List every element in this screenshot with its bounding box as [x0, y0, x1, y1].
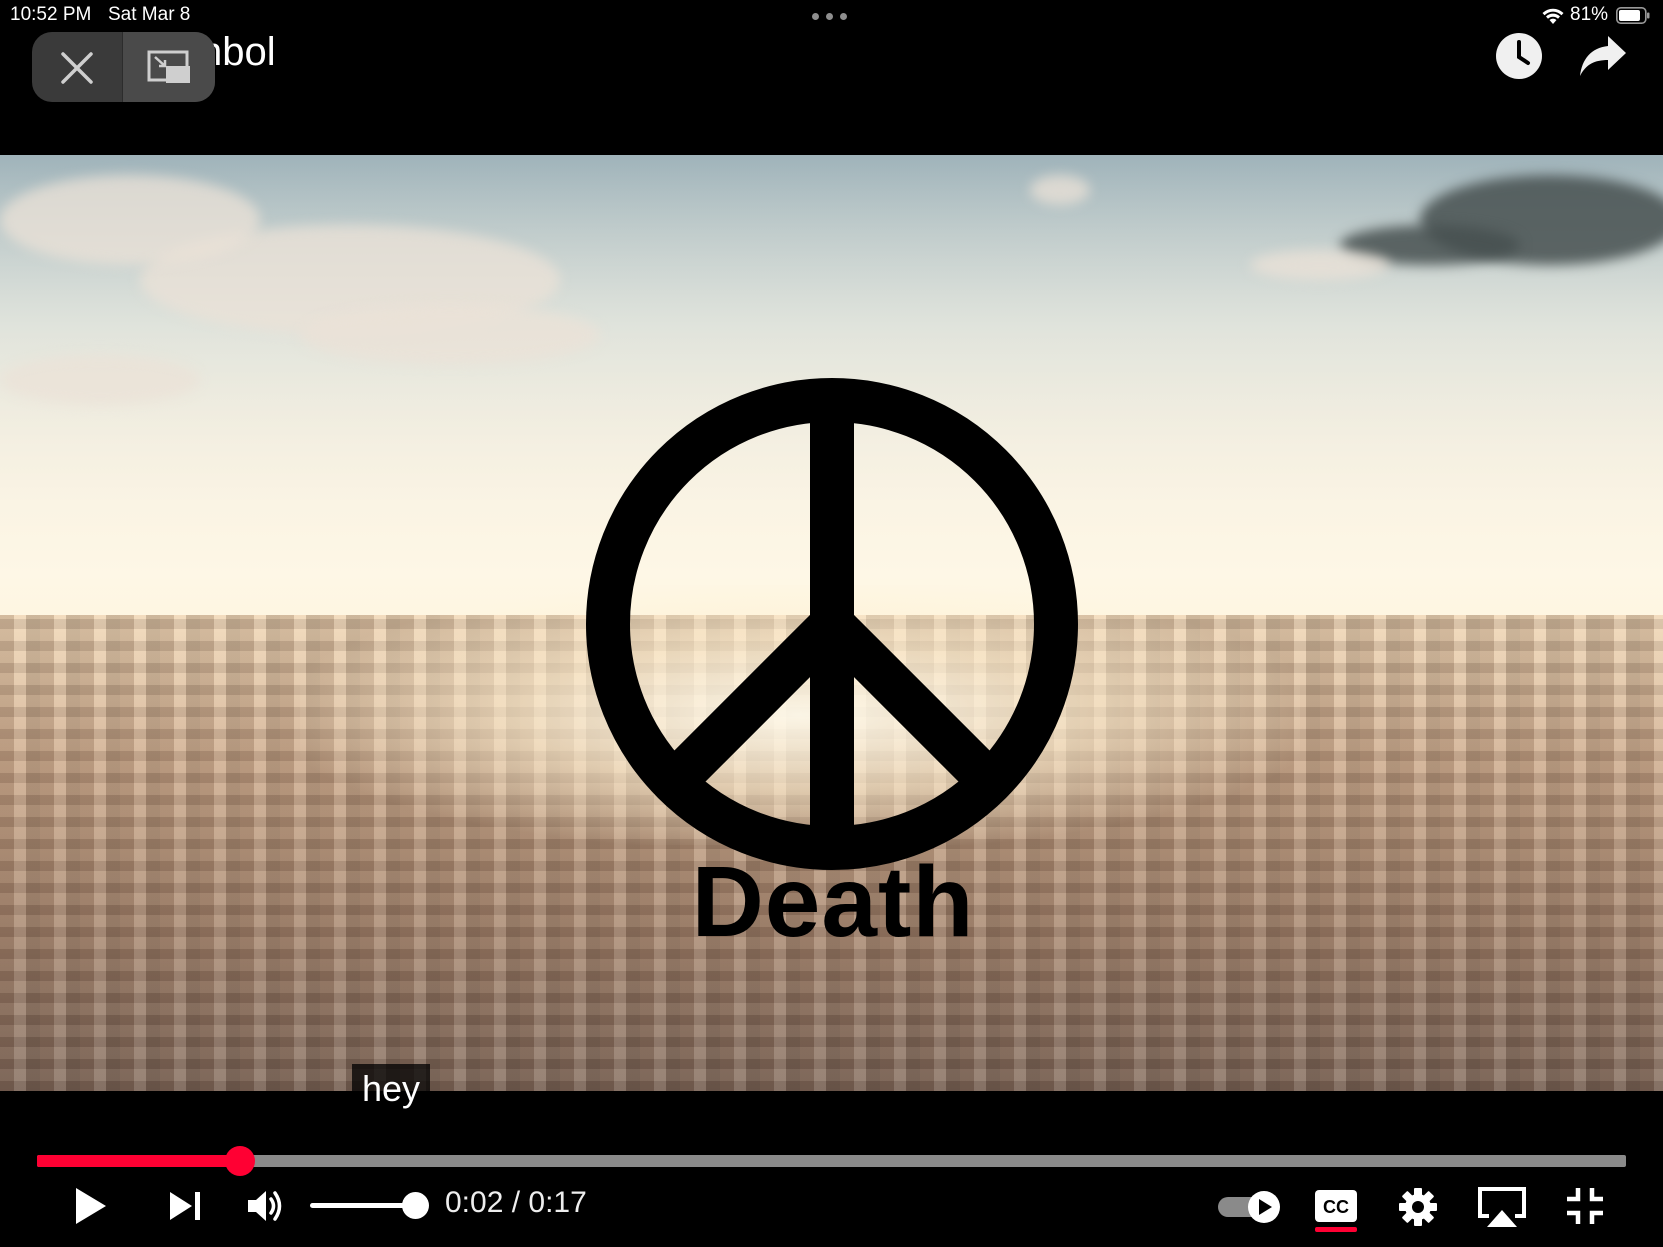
pip-close-button[interactable]	[32, 32, 122, 102]
cloud	[300, 305, 600, 365]
multitasking-dots-icon[interactable]	[812, 13, 848, 21]
pip-controls	[32, 32, 215, 102]
status-time: 10:52 PM	[10, 4, 92, 25]
progress-played	[37, 1155, 241, 1167]
clock-icon[interactable]	[1495, 32, 1543, 80]
cloud	[1250, 250, 1390, 280]
battery-icon	[1616, 7, 1650, 24]
skip-next-icon[interactable]	[168, 1190, 202, 1222]
cloud	[0, 175, 260, 265]
video-frame[interactable]: Death	[0, 155, 1663, 1091]
current-time: 0:02	[445, 1186, 504, 1219]
battery-percent: 81%	[1570, 4, 1609, 25]
volume-icon[interactable]	[246, 1188, 286, 1224]
progress-bar[interactable]	[37, 1146, 1626, 1176]
status-bar: 10:52 PM Sat Mar 8 81%	[0, 0, 1663, 30]
cc-active-indicator	[1315, 1227, 1357, 1232]
share-arrow-icon[interactable]	[1578, 34, 1628, 78]
play-icon[interactable]	[72, 1186, 108, 1226]
volume-slider[interactable]	[310, 1203, 415, 1208]
subtitle-text: hey	[352, 1064, 431, 1114]
pip-restore-icon	[147, 50, 190, 83]
scrubber-handle[interactable]	[225, 1146, 256, 1176]
peace-symbol-icon	[586, 378, 1078, 870]
pip-restore-button[interactable]	[123, 32, 215, 102]
time-display: 0:02 / 0:17	[445, 1186, 587, 1220]
airplay-icon[interactable]	[1477, 1186, 1527, 1228]
duration: 0:17	[528, 1186, 587, 1219]
time-separator: /	[503, 1186, 529, 1219]
wifi-icon	[1542, 8, 1564, 24]
close-icon	[61, 52, 93, 84]
autoplay-toggle-icon[interactable]	[1218, 1190, 1282, 1224]
cc-icon[interactable]: CC	[1315, 1190, 1357, 1222]
on-screen-caption: Death	[691, 846, 975, 958]
exit-fullscreen-icon[interactable]	[1567, 1188, 1603, 1224]
cloud	[1030, 175, 1090, 205]
svg-text:CC: CC	[1323, 1197, 1349, 1217]
cloud	[0, 355, 200, 405]
volume-handle[interactable]	[402, 1192, 429, 1219]
gear-icon[interactable]	[1398, 1187, 1438, 1227]
status-date: Sat Mar 8	[108, 4, 191, 25]
